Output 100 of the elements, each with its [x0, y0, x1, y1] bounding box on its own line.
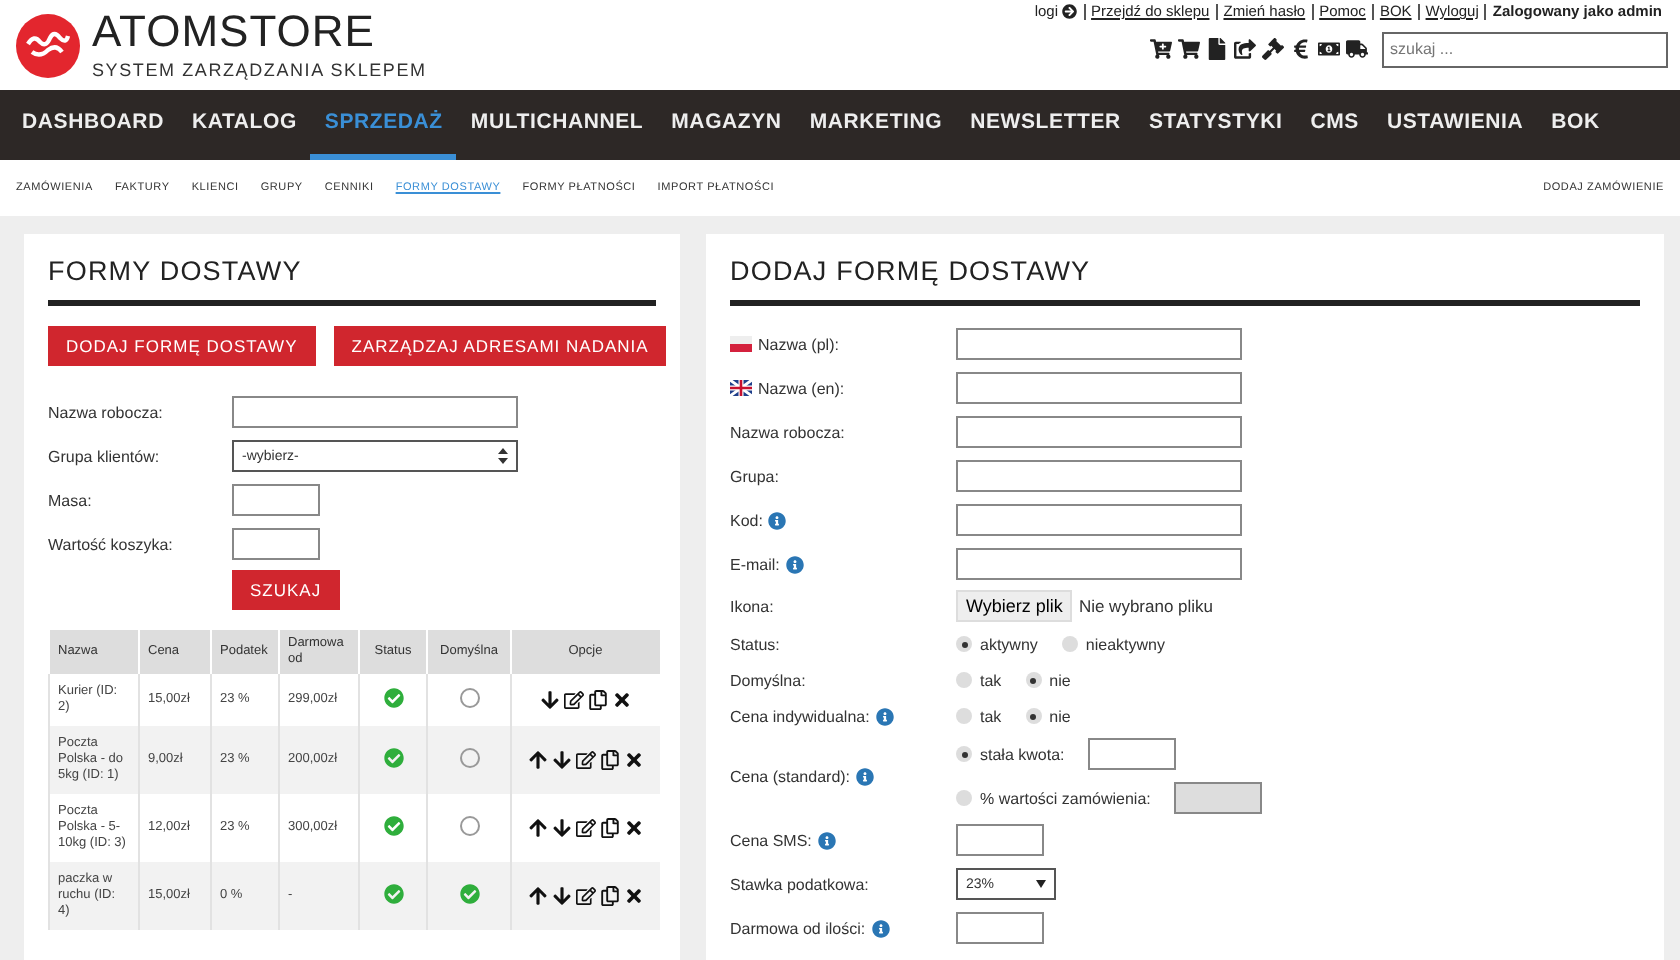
radio-option[interactable]: tak	[956, 707, 1002, 725]
arrow-up-icon[interactable]	[527, 818, 548, 838]
field-label: Darmowa od ilości:	[730, 919, 866, 937]
radio-button[interactable]	[956, 672, 972, 688]
nav-tab[interactable]: DASHBOARD	[8, 90, 178, 160]
caret-icon	[1036, 880, 1046, 888]
text-field[interactable]	[956, 912, 1044, 944]
copy-icon[interactable]	[587, 690, 608, 710]
field-label: Stawka podatkowa:	[730, 875, 869, 893]
radio-button[interactable]	[956, 708, 972, 724]
copy-icon[interactable]	[599, 750, 620, 770]
delete-icon[interactable]	[623, 818, 644, 838]
check-icon[interactable]	[459, 883, 479, 904]
text-field[interactable]	[956, 548, 1242, 580]
action-button[interactable]: DODAJ FORMĘ DOSTAWY	[48, 326, 316, 366]
info-icon[interactable]	[856, 767, 875, 785]
copy-icon[interactable]	[599, 886, 620, 906]
filter-field[interactable]	[232, 396, 518, 428]
radio-option[interactable]: tak	[956, 671, 1002, 689]
info-icon[interactable]	[875, 707, 894, 725]
filter-label: Masa:	[48, 491, 94, 509]
share-icon[interactable]	[1234, 38, 1256, 60]
copy-icon[interactable]	[599, 818, 620, 838]
radio-button[interactable]	[1061, 636, 1078, 652]
field-label: E-mail:	[730, 555, 780, 573]
search-button[interactable]: SZUKAJ	[232, 570, 340, 610]
text-field[interactable]	[956, 372, 1242, 404]
nav-tab[interactable]: BOK	[1537, 90, 1614, 160]
amount-field[interactable]	[1088, 738, 1177, 770]
radio-option[interactable]: nieaktywny	[1061, 635, 1165, 653]
tagline: SYSTEM ZARZĄDZANIA SKLEPEM	[92, 60, 427, 80]
euro-icon[interactable]	[1290, 38, 1312, 60]
nav-tab[interactable]: NEWSLETTER	[956, 90, 1135, 160]
radio-button[interactable]	[956, 746, 972, 762]
logo-text: ATOMSTORE	[92, 10, 377, 54]
choose-file-button[interactable]: Wybierz plik	[956, 590, 1073, 622]
field-label: Cena SMS:	[730, 831, 812, 849]
field-label: Nazwa robocza:	[730, 423, 845, 441]
cart-icon[interactable]	[1178, 38, 1200, 60]
radio-button[interactable]	[1025, 672, 1042, 688]
field-label: Cena (standard):	[730, 767, 851, 785]
action-button[interactable]: ZARZĄDZAJ ADRESAMI NADANIA	[333, 326, 667, 366]
field-label: Status:	[730, 635, 780, 653]
empty-circle-icon[interactable]	[459, 687, 479, 708]
info-icon[interactable]	[785, 555, 804, 573]
edit-icon[interactable]	[575, 886, 596, 906]
info-icon[interactable]	[817, 831, 836, 849]
field-label: Ikona:	[730, 597, 774, 615]
document-icon[interactable]	[1206, 38, 1228, 60]
field-label: Kod:	[730, 511, 763, 529]
arrow-up-icon[interactable]	[527, 886, 548, 906]
nav-tab[interactable]: KATALOG	[177, 90, 311, 160]
text-field[interactable]	[956, 460, 1242, 492]
cart-plus-icon[interactable]	[1150, 38, 1172, 60]
radio-option[interactable]: aktywny	[956, 635, 1038, 653]
text-field[interactable]	[956, 824, 1044, 856]
arrow-down-icon[interactable]	[551, 818, 572, 838]
nav-tab[interactable]: MARKETING	[795, 90, 957, 160]
info-icon[interactable]	[871, 919, 890, 937]
delete-icon[interactable]	[611, 690, 632, 710]
radio-option[interactable]: nie	[1025, 671, 1071, 689]
nav-tab[interactable]: MULTICHANNEL	[456, 90, 658, 160]
field-label: Domyślna:	[730, 671, 806, 689]
money-icon[interactable]	[1318, 38, 1340, 60]
filter-label: Nazwa robocza:	[48, 403, 165, 421]
arrow-down-icon[interactable]	[551, 750, 572, 770]
nav-tab[interactable]: MAGAZYN	[657, 90, 796, 160]
empty-circle-icon[interactable]	[459, 815, 479, 836]
field-label: Nazwa (pl):	[758, 335, 839, 353]
delete-icon[interactable]	[623, 750, 644, 770]
radio-button[interactable]	[1025, 708, 1042, 724]
logo-icon	[16, 13, 80, 77]
info-icon[interactable]	[768, 511, 787, 529]
gavel-icon[interactable]	[1262, 38, 1284, 60]
arrow-down-icon[interactable]	[539, 690, 560, 710]
text-field[interactable]	[956, 504, 1242, 536]
arrow-down-icon[interactable]	[551, 886, 572, 906]
edit-icon[interactable]	[575, 750, 596, 770]
up-down-arrows-icon	[498, 448, 508, 464]
edit-icon[interactable]	[563, 690, 584, 710]
nav-tab[interactable]: USTAWIENIA	[1372, 90, 1538, 160]
radio-button[interactable]	[956, 636, 972, 652]
filter-field[interactable]	[232, 528, 320, 560]
text-field[interactable]	[956, 328, 1242, 360]
search-field[interactable]: szukaj ...	[1382, 31, 1668, 67]
arrow-up-icon[interactable]	[527, 750, 548, 770]
nav-tab[interactable]: CMS	[1296, 90, 1373, 160]
field-label: Nazwa (en):	[758, 379, 845, 397]
empty-circle-icon[interactable]	[459, 747, 479, 768]
filter-field[interactable]	[232, 484, 320, 516]
radio-option[interactable]: stała kwota:	[956, 745, 1065, 763]
delete-icon[interactable]	[623, 886, 644, 906]
text-field[interactable]	[956, 416, 1242, 448]
field-label: Grupa:	[730, 467, 779, 485]
field-label: Cena indywidualna:	[730, 707, 870, 725]
edit-icon[interactable]	[575, 818, 596, 838]
truck-icon[interactable]	[1346, 38, 1368, 60]
nav-tab[interactable]: STATYSTYKI	[1134, 90, 1297, 160]
radio-option[interactable]: nie	[1025, 707, 1071, 725]
panel-title: DODAJ FORMĘ DOSTAWY	[730, 256, 1640, 306]
